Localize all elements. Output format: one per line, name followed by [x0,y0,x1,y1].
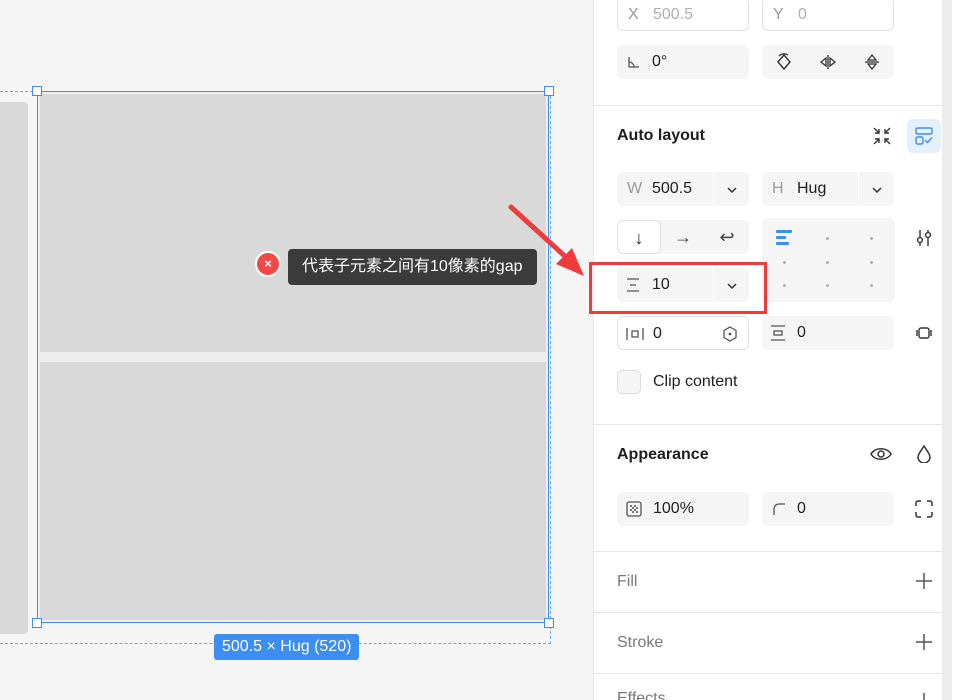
fill-section [594,552,943,613]
vertical-direction-arrow-down-icon[interactable]: ↓ [617,220,661,254]
panel-scrollbar[interactable] [942,0,952,700]
angle-icon [627,45,641,82]
width-value: 500.5 [652,180,693,197]
width-field[interactable]: W 500.5 [617,172,749,206]
clip-content-label: Clip content [653,373,738,390]
corner-radius-icon [772,492,786,529]
vertical-padding-value: 0 [797,324,806,341]
layout-settings-sliders-icon[interactable] [907,221,941,255]
auto-layout-title: Auto layout [617,127,705,144]
resize-handle-bottom-left[interactable] [32,618,42,628]
effects-title: Effects [617,690,666,700]
child-element-2[interactable] [40,362,546,620]
width-label: W [627,180,643,197]
horizontal-direction-arrow-right-icon[interactable]: → [661,220,705,254]
error-icon: × [255,251,281,277]
height-label: H [772,180,784,197]
alignment-grid[interactable] [762,218,895,302]
horizontal-padding-icon [626,317,644,354]
direction-button-group: ↓ → ↩ [617,220,749,254]
eye-icon[interactable] [864,437,898,471]
height-value: Hug [797,180,827,197]
opacity-field[interactable]: 100% [617,492,749,526]
clip-content-checkbox[interactable] [617,370,641,394]
child-element-1[interactable] [40,94,546,352]
resize-handle-bottom-right[interactable] [544,618,554,628]
appearance-title: Appearance [617,446,709,463]
x-value: 500.5 [653,6,694,23]
opacity-value: 100% [653,500,694,517]
opacity-icon [626,492,642,530]
x-label: X [628,6,639,23]
chevron-down-icon[interactable] [858,172,894,206]
annotation-highlight-box [589,262,767,314]
size-label: 500.5 × Hug (520) [214,634,360,660]
corner-radius-value: 0 [797,500,806,517]
individual-padding-icon[interactable] [907,316,941,350]
annotation-tooltip: 代表子元素之间有10像素的gap [288,249,537,285]
align-top-left-icon [776,230,792,248]
add-effect-plus-icon[interactable] [907,684,941,700]
rotation-field[interactable]: 0° [617,45,749,79]
chevron-down-icon[interactable] [713,172,749,206]
drop-icon[interactable] [907,437,941,471]
resize-handle-top-right[interactable] [544,86,554,96]
y-label: Y [773,6,784,23]
collapse-icon[interactable] [865,119,899,153]
hexagon-icon[interactable] [722,317,738,355]
add-stroke-plus-icon[interactable] [907,625,941,659]
resize-handle-top-left[interactable] [32,86,42,96]
add-fill-plus-icon[interactable] [907,564,941,598]
transform-button-group [762,45,894,79]
vertical-padding-field[interactable]: 0 [762,316,894,350]
flip-horizontal-icon[interactable] [806,45,850,79]
horizontal-padding-value: 0 [653,325,662,342]
flip-vertical-icon[interactable] [850,45,894,79]
corner-radius-field[interactable]: 0 [762,492,894,526]
design-canvas[interactable]: 500.5 × Hug (520) × 代表子元素之间有10像素的gap [0,0,593,700]
y-value: 0 [798,6,807,23]
rotation-value: 0° [652,53,668,70]
selected-auto-layout-frame[interactable] [37,91,549,623]
height-field[interactable]: H Hug [762,172,894,206]
independent-corners-icon[interactable] [907,492,941,526]
rotate-90-icon[interactable] [762,45,806,79]
stroke-title: Stroke [617,634,664,651]
vertical-padding-icon [770,316,786,354]
horizontal-padding-field[interactable]: 0 [617,316,749,350]
y-position-field[interactable]: Y 0 [762,0,894,31]
wrap-arrow-icon[interactable]: ↩ [705,220,749,254]
layout-guide-icon[interactable] [907,119,941,153]
fill-title: Fill [617,573,638,590]
x-position-field[interactable]: X 500.5 [617,0,749,31]
